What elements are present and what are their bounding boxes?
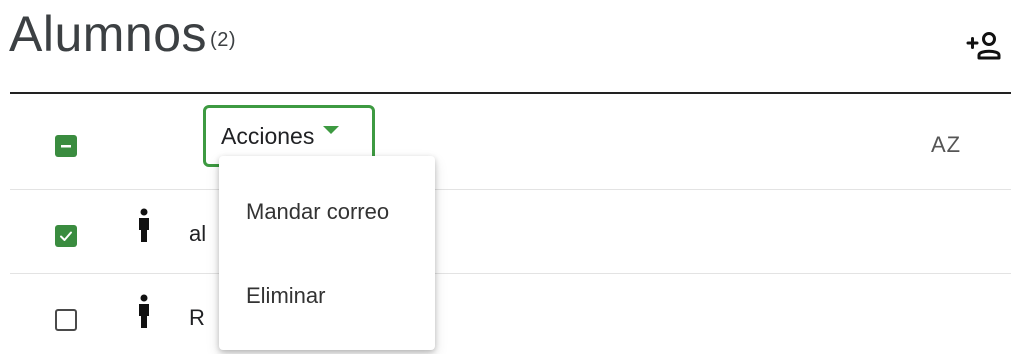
- add-student-button[interactable]: [960, 26, 1008, 66]
- page-title: Alumnos (2): [9, 4, 236, 64]
- student-name: al: [189, 221, 207, 246]
- sort-alphabetical-button[interactable]: AZ: [924, 126, 968, 164]
- actions-dropdown-label: Acciones: [221, 122, 315, 149]
- student-checkbox[interactable]: [55, 225, 77, 247]
- person-icon: [139, 294, 149, 328]
- sort-alpha-icon: AZ: [930, 132, 962, 157]
- page-title-text: Alumnos: [9, 6, 208, 62]
- menu-item-delete[interactable]: Eliminar: [219, 268, 435, 324]
- caret-down-icon: [323, 126, 340, 134]
- check-icon: [60, 231, 72, 241]
- student-count: (2): [210, 29, 236, 51]
- actions-menu: Mandar correo Eliminar: [219, 156, 435, 350]
- indeterminate-checkbox-icon: [61, 145, 71, 148]
- menu-item-send-email[interactable]: Mandar correo: [219, 184, 435, 240]
- header-divider: [10, 92, 1011, 94]
- person-icon: [139, 208, 149, 242]
- student-name: R: [189, 305, 205, 330]
- add-person-icon: [966, 32, 1001, 60]
- student-checkbox[interactable]: [55, 309, 77, 331]
- toolbar-divider: [10, 189, 1011, 190]
- select-all-checkbox[interactable]: [55, 135, 77, 157]
- row-divider: [10, 273, 1011, 274]
